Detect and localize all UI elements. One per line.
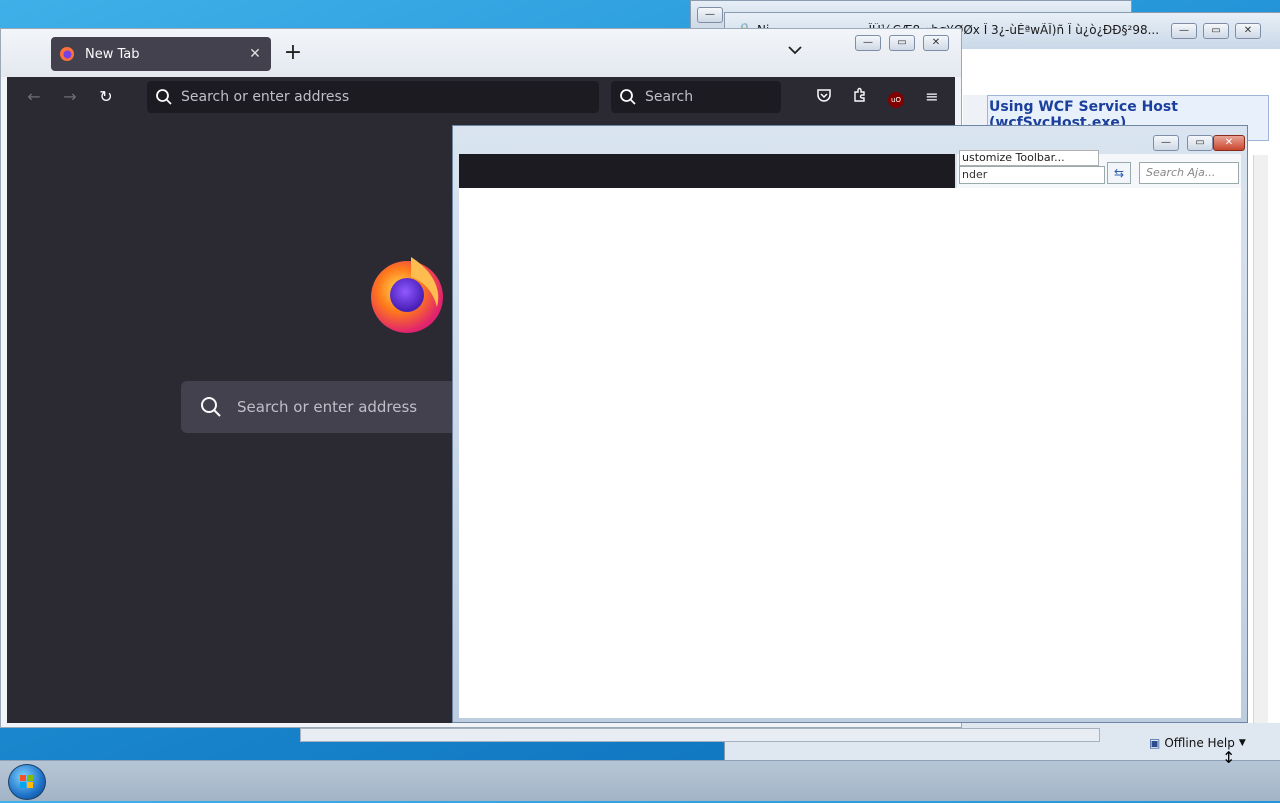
back-button[interactable]: ←	[23, 87, 45, 107]
background-window-edge	[300, 728, 1100, 742]
tab-strip: New Tab ✕ + — ▭ ✕	[1, 29, 961, 77]
search-bar-placeholder: Search	[645, 89, 694, 105]
help-minimize-button[interactable]: —	[1171, 23, 1197, 39]
offline-help-button[interactable]: ▣ Offline Help ▼	[1149, 733, 1279, 753]
list-all-tabs-button[interactable]	[783, 43, 807, 63]
search-icon	[156, 89, 172, 105]
navigation-toolbar: ← → ↻ Search or enter address Search uO …	[7, 77, 955, 117]
help-scrollbar[interactable]	[1253, 155, 1268, 725]
search-icon	[620, 89, 636, 105]
reload-button[interactable]: ↻	[95, 87, 117, 107]
tab-title: New Tab	[85, 46, 140, 62]
extensions-icon[interactable]	[849, 87, 871, 107]
resize-cursor-icon: ↕	[1222, 748, 1236, 767]
url-bar-placeholder: Search or enter address	[181, 89, 350, 105]
blank-foreground-window: — ▭ ✕ ustomize Toolbar... nder ⇆ Search …	[452, 125, 1248, 723]
new-tab-button[interactable]: +	[281, 41, 305, 65]
blank-minimize-button[interactable]: —	[1153, 135, 1179, 151]
firefox-maximize-button[interactable]: ▭	[889, 35, 915, 51]
firefox-logo-icon	[371, 257, 443, 333]
firefox-close-button[interactable]: ✕	[923, 35, 949, 51]
windows-logo-icon	[20, 775, 33, 788]
blank-close-button[interactable]: ✕	[1213, 135, 1245, 151]
blank-window-dark-strip	[459, 154, 955, 190]
help-toolbar	[965, 49, 1265, 96]
help-search-input[interactable]: Search Aja...	[1139, 162, 1239, 184]
chevron-down-icon: ▼	[1238, 738, 1246, 748]
pocket-icon[interactable]	[813, 87, 835, 107]
search-bar[interactable]: Search	[611, 81, 781, 113]
filter-dropdown[interactable]: nder	[959, 166, 1105, 184]
content-search-placeholder: Search or enter address	[237, 398, 418, 416]
background-minimize-button[interactable]: —	[697, 7, 723, 23]
blank-maximize-button[interactable]: ▭	[1187, 135, 1213, 151]
sync-toc-button[interactable]: ⇆	[1107, 162, 1131, 184]
tab-close-icon[interactable]: ✕	[247, 46, 263, 62]
ublock-origin-icon[interactable]: uO	[885, 87, 907, 108]
help-close-button[interactable]: ✕	[1235, 23, 1261, 39]
firefox-favicon-icon	[60, 47, 74, 61]
content-search-box[interactable]: Search or enter address	[181, 381, 471, 433]
menu-icon[interactable]: ≡	[921, 87, 943, 107]
taskbar	[0, 760, 1280, 801]
search-icon	[201, 397, 221, 417]
url-bar[interactable]: Search or enter address	[147, 81, 599, 113]
blank-window-client-area	[459, 188, 1241, 718]
help-book-icon: ▣	[1149, 736, 1161, 750]
start-button[interactable]	[8, 764, 46, 800]
tab-new-tab[interactable]: New Tab ✕	[51, 37, 271, 71]
help-maximize-button[interactable]: ▭	[1203, 23, 1229, 39]
customize-toolbar-item[interactable]: ustomize Toolbar...	[959, 150, 1099, 166]
chevron-down-icon	[788, 46, 802, 55]
forward-button[interactable]: →	[59, 87, 81, 107]
firefox-minimize-button[interactable]: —	[855, 35, 881, 51]
ublock-badge: uO	[888, 92, 904, 108]
